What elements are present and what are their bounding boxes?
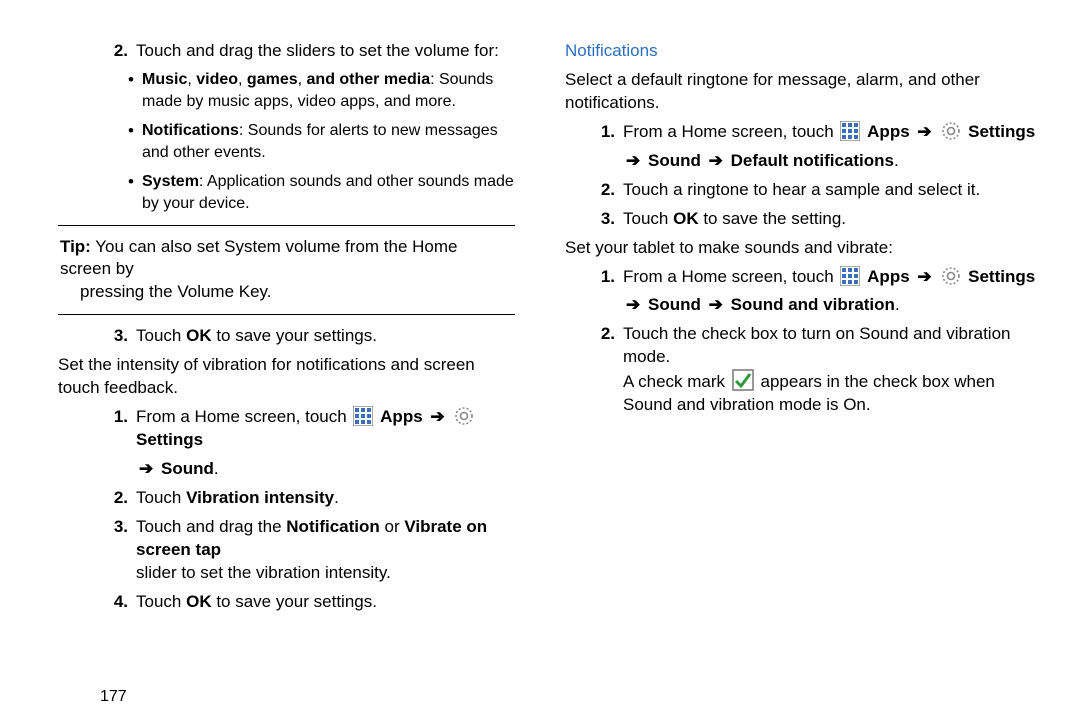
- right-column: Notifications Select a default ringtone …: [540, 40, 1040, 700]
- step-number: 1.: [102, 406, 136, 452]
- page-number: 177: [100, 686, 127, 708]
- list-item: 2. Touch Vibration intensity.: [58, 487, 515, 510]
- left-column: 2. Touch and drag the sliders to set the…: [40, 40, 540, 700]
- list-item: 4. Touch OK to save your settings.: [58, 591, 515, 614]
- step-text: Touch and drag the sliders to set the vo…: [136, 40, 515, 63]
- continuation-line: ➔ Sound ➔ Default notifications.: [565, 150, 1040, 173]
- tip-label: Tip:: [60, 237, 91, 256]
- list-item: 1. From a Home screen, touch Apps ➔ Sett…: [58, 406, 515, 452]
- list-item: 1. From a Home screen, touch Apps ➔ Sett…: [565, 266, 1040, 289]
- arrow-icon: ➔: [623, 295, 643, 314]
- continuation-line: ➔ Sound ➔ Sound and vibration.: [565, 294, 1040, 317]
- continuation-line: ➔ Sound.: [58, 458, 515, 481]
- paragraph: Set your tablet to make sounds and vibra…: [565, 237, 1040, 260]
- apps-icon: [840, 266, 860, 286]
- step-number: 2.: [102, 487, 136, 510]
- list-item: 2. Touch a ringtone to hear a sample and…: [565, 179, 1040, 202]
- list-item: 1. From a Home screen, touch Apps ➔ Sett…: [565, 121, 1040, 144]
- divider: [58, 314, 515, 315]
- arrow-icon: ➔: [706, 151, 726, 170]
- tip-text-line2: pressing the Volume Key.: [60, 281, 513, 304]
- settings-icon: [941, 266, 961, 286]
- arrow-icon: ➔: [136, 459, 156, 478]
- settings-icon: [941, 121, 961, 141]
- arrow-icon: ➔: [427, 407, 447, 426]
- tip-text: You can also set System volume from the …: [60, 237, 458, 279]
- section-heading: Notifications: [565, 40, 1040, 63]
- settings-icon: [454, 406, 474, 426]
- step-number: 2.: [589, 179, 623, 202]
- tip-box: Tip: You can also set System volume from…: [58, 236, 515, 305]
- divider: [58, 225, 515, 226]
- list-item: 2. Touch the check box to turn on Sound …: [565, 323, 1040, 417]
- step-number: 2.: [102, 40, 136, 63]
- arrow-icon: ➔: [623, 151, 643, 170]
- arrow-icon: ➔: [914, 122, 934, 141]
- bullet-item: • Music, video, games, and other media: …: [58, 69, 515, 112]
- list-item: 2. Touch and drag the sliders to set the…: [58, 40, 515, 63]
- step-number: 1.: [589, 121, 623, 144]
- list-item: 3. Touch and drag the Notification or Vi…: [58, 516, 515, 585]
- list-item: 3. Touch OK to save your settings.: [58, 325, 515, 348]
- checkmark-icon: [732, 369, 754, 391]
- step-number: 3.: [102, 516, 136, 585]
- step-number: 3.: [589, 208, 623, 231]
- bullet-dot: •: [128, 120, 142, 163]
- bullet-item: • System: Application sounds and other s…: [58, 171, 515, 214]
- arrow-icon: ➔: [914, 267, 934, 286]
- step-number: 3.: [102, 325, 136, 348]
- paragraph: Select a default ringtone for message, a…: [565, 69, 1040, 115]
- step-number: 4.: [102, 591, 136, 614]
- apps-icon: [840, 121, 860, 141]
- step-number: 1.: [589, 266, 623, 289]
- bullet-dot: •: [128, 171, 142, 214]
- bullet-dot: •: [128, 69, 142, 112]
- paragraph: Set the intensity of vibration for notif…: [58, 354, 515, 400]
- list-item: 3. Touch OK to save the setting.: [565, 208, 1040, 231]
- apps-icon: [353, 406, 373, 426]
- bullet-item: • Notifications: Sounds for alerts to ne…: [58, 120, 515, 163]
- arrow-icon: ➔: [706, 295, 726, 314]
- step-number: 2.: [589, 323, 623, 417]
